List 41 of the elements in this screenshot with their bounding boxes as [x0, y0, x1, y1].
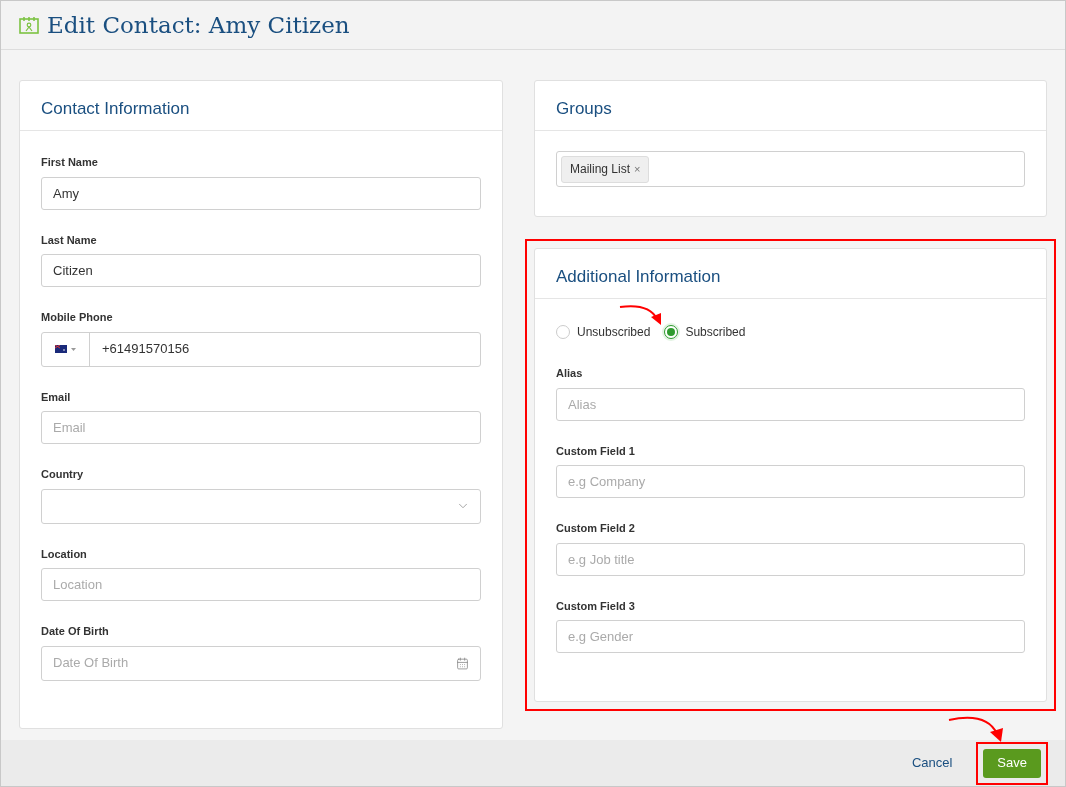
- input-field[interactable]: Alias: [556, 387, 1025, 421]
- phone-field[interactable]: +61491570156: [41, 331, 481, 367]
- field-label: Last Name: [41, 232, 98, 248]
- field-label: Custom Field 2: [556, 521, 636, 536]
- card-title: Contact Information: [20, 81, 502, 131]
- date-field[interactable]: Date Of Birth: [41, 645, 481, 681]
- annotation-arrow: [619, 303, 663, 327]
- country-select[interactable]: [41, 488, 481, 524]
- flag-icon: [55, 345, 67, 353]
- calendar-icon: [456, 656, 469, 670]
- caret-icon: [71, 347, 76, 351]
- calendar-contact-icon: [19, 16, 39, 34]
- date-input[interactable]: Date Of Birth: [42, 653, 456, 673]
- input-field[interactable]: Amy: [41, 176, 481, 210]
- tags-field[interactable]: Mailing List ×: [556, 151, 1025, 187]
- input-field[interactable]: Email: [41, 411, 481, 444]
- field-label: Country: [41, 467, 85, 482]
- radio-button[interactable]: [664, 325, 679, 339]
- phone-input: +61491570156: [90, 332, 480, 366]
- field-label: Custom Field 1: [556, 443, 636, 459]
- radio-button[interactable]: [556, 325, 570, 339]
- page-title: Edit Contact: Amy Citizen: [47, 10, 350, 40]
- card-title: Additional Information: [535, 249, 1046, 299]
- field-label: Custom Field 3: [556, 598, 636, 614]
- cancel-link[interactable]: Cancel: [911, 753, 953, 773]
- input-field[interactable]: Citizen: [41, 254, 481, 287]
- radio-option[interactable]: Subscribed: [664, 323, 746, 341]
- field-label: Date Of Birth: [41, 624, 110, 639]
- tag-remove[interactable]: ×: [634, 160, 641, 178]
- field-label: Email: [41, 389, 72, 405]
- field-label: Mobile Phone: [41, 310, 114, 325]
- tag-label: Mailing List: [570, 161, 631, 178]
- input-field[interactable]: e.g Gender: [556, 620, 1025, 653]
- field-label: Location: [41, 546, 88, 562]
- field-label: First Name: [41, 155, 99, 170]
- field-label: Alias: [556, 366, 584, 381]
- radio-option[interactable]: Unsubscribed: [556, 323, 651, 341]
- input-field[interactable]: e.g Company: [556, 465, 1025, 498]
- card-title: Groups: [535, 81, 1046, 131]
- input-field[interactable]: e.g Job title: [556, 542, 1025, 576]
- input-field[interactable]: Location: [41, 568, 481, 601]
